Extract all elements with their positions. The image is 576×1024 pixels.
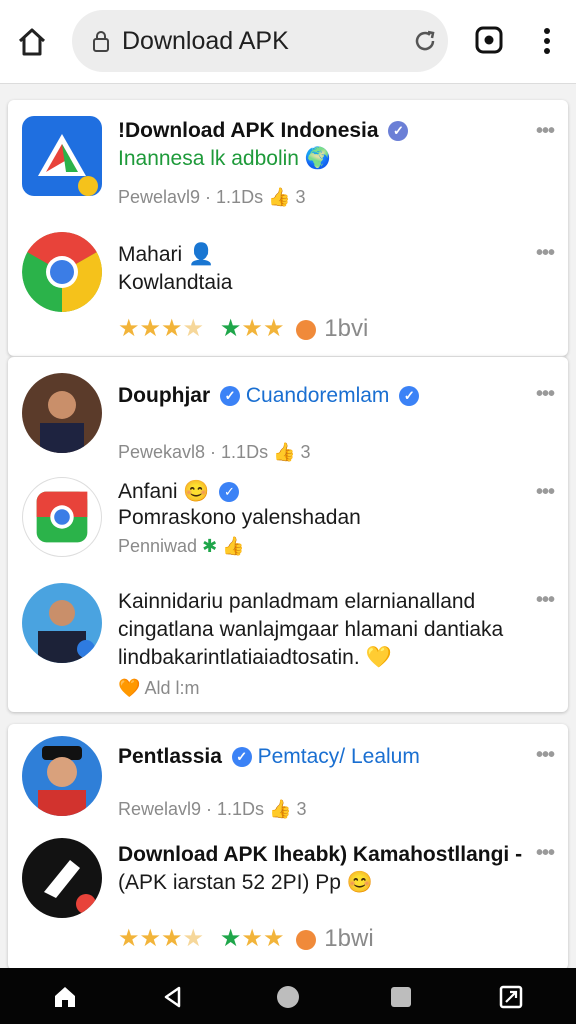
item-subtitle: (APK iarstan 52 2PI) Pp bbox=[118, 871, 341, 894]
list-item[interactable]: !Download APK Indonesia ✓ Inannesa lk ad… bbox=[8, 116, 568, 212]
list-item[interactable]: Anfani 😊 ✓ Pomraskono yalenshadan Penniw… bbox=[8, 477, 568, 561]
menu-icon[interactable] bbox=[532, 24, 562, 58]
verified-icon: ✓ bbox=[220, 386, 241, 407]
rating-label: 1bwi bbox=[324, 925, 374, 952]
more-options-icon[interactable]: ••• bbox=[536, 120, 555, 143]
emoji-icon: 😊 bbox=[346, 871, 373, 894]
like-count: 3 bbox=[300, 442, 311, 462]
browser-toolbar: Download APK bbox=[0, 0, 576, 84]
item-title: Anfani bbox=[118, 480, 178, 503]
app-icon bbox=[22, 477, 102, 557]
rating-label: 1bvi bbox=[324, 315, 369, 342]
like-icon[interactable]: 👍 bbox=[268, 187, 295, 207]
item-title: Mahari bbox=[118, 243, 183, 266]
home-icon[interactable] bbox=[14, 24, 50, 60]
item-title: Douphjar bbox=[118, 384, 211, 407]
feed-card: Douphjar ✓ Cuandoremlam ✓ Pewekavl8 · 1.… bbox=[8, 356, 568, 712]
verified-icon: ✓ bbox=[399, 386, 420, 407]
home-icon[interactable] bbox=[52, 984, 78, 1010]
rating-stars: ★★★★ ★★★ 1bvi bbox=[118, 315, 369, 342]
item-title: Download APK lheabk) Kamahostllangi - bbox=[118, 843, 523, 866]
channel-name: Cuandoremlam bbox=[245, 384, 390, 407]
more-options-icon[interactable]: ••• bbox=[536, 589, 555, 612]
globe-icon: 🌍 bbox=[304, 147, 331, 170]
back-icon[interactable] bbox=[160, 984, 186, 1010]
list-item[interactable]: Douphjar ✓ Cuandoremlam ✓ Pewekavl8 · 1.… bbox=[8, 373, 568, 462]
more-options-icon[interactable]: ••• bbox=[536, 481, 555, 504]
emoji-icon: 😊 bbox=[183, 480, 210, 503]
tabs-icon[interactable] bbox=[473, 24, 505, 56]
post-text-line-3: lindbakarintlatiaiadtosatin. bbox=[118, 646, 360, 669]
list-item[interactable]: Download APK lheabk) Kamahostllangi - (A… bbox=[8, 838, 568, 958]
app-icon bbox=[22, 838, 102, 918]
chrome-icon bbox=[22, 232, 102, 312]
screenshot-icon[interactable] bbox=[498, 984, 524, 1010]
item-subtitle: Pomraskono yalenshadan bbox=[118, 506, 361, 529]
list-item[interactable]: Mahari 👤 Kowlandtaia ★★★★ ★★★ 1bvi ••• bbox=[8, 232, 568, 342]
avatar bbox=[22, 373, 102, 453]
rating-stars: ★★★★ ★★★ 1bwi bbox=[118, 925, 374, 952]
list-item[interactable]: Pentlassia ✓ Pemtacy/ Lealum Rewelavl9 ·… bbox=[8, 736, 568, 820]
item-meta: Ald l:m bbox=[144, 678, 200, 698]
item-meta: Pewelavl9 · 1.1Ds bbox=[118, 187, 264, 207]
verified-icon: ✓ bbox=[388, 121, 409, 142]
item-subtitle: Kowlandtaia bbox=[118, 271, 233, 294]
feed-card: Pentlassia ✓ Pemtacy/ Lealum Rewelavl9 ·… bbox=[8, 724, 568, 970]
more-options-icon[interactable]: ••• bbox=[536, 383, 555, 406]
item-title: Pentlassia bbox=[118, 745, 222, 768]
like-count: 3 bbox=[296, 799, 307, 819]
user-icon: 👤 bbox=[188, 243, 215, 266]
recents-icon[interactable] bbox=[388, 984, 414, 1010]
verified-icon: ✓ bbox=[219, 482, 240, 503]
list-item[interactable]: Kainnidariu panladmam elarnianalland cin… bbox=[8, 583, 568, 703]
like-count: 3 bbox=[295, 187, 306, 207]
system-nav-bar bbox=[0, 968, 576, 1024]
emoji-icon: 💛 bbox=[365, 646, 392, 669]
feed-card: !Download APK Indonesia ✓ Inannesa lk ad… bbox=[8, 100, 568, 356]
item-subtitle: Inannesa lk adbolin bbox=[118, 147, 299, 170]
item-meta: Rewelavl9 · 1.1Ds bbox=[118, 799, 265, 819]
coin-icon bbox=[296, 930, 317, 951]
item-title: !Download APK Indonesia bbox=[118, 119, 379, 142]
reaction-icon: 🧡 bbox=[118, 678, 141, 698]
channel-name: Pemtacy/ Lealum bbox=[257, 745, 420, 768]
item-meta: Penniwad bbox=[118, 536, 198, 556]
verified-icon: ✓ bbox=[231, 747, 252, 768]
app-icon bbox=[22, 116, 102, 196]
more-options-icon[interactable]: ••• bbox=[536, 842, 555, 865]
leaf-icon: ✱ bbox=[202, 536, 218, 556]
more-options-icon[interactable]: ••• bbox=[536, 242, 555, 265]
like-icon[interactable]: 👍 bbox=[269, 799, 296, 819]
lock-icon bbox=[92, 30, 110, 52]
item-meta: Pewekavl8 · 1.1Ds bbox=[118, 442, 269, 462]
post-text-line-2: cingatlana wanlajmgaar hlamani dantiaka bbox=[118, 618, 504, 641]
avatar bbox=[22, 736, 102, 816]
reload-icon[interactable] bbox=[412, 28, 438, 54]
home-button-icon[interactable] bbox=[275, 984, 301, 1010]
url-text: Download APK bbox=[122, 27, 289, 55]
coin-icon bbox=[296, 320, 317, 341]
address-bar[interactable]: Download APK bbox=[72, 10, 448, 72]
avatar bbox=[22, 583, 102, 663]
like-icon[interactable]: 👍 bbox=[222, 536, 244, 556]
more-options-icon[interactable]: ••• bbox=[536, 744, 555, 767]
post-text-line-1: Kainnidariu panladmam elarnianalland bbox=[118, 590, 476, 613]
like-icon[interactable]: 👍 bbox=[273, 442, 300, 462]
